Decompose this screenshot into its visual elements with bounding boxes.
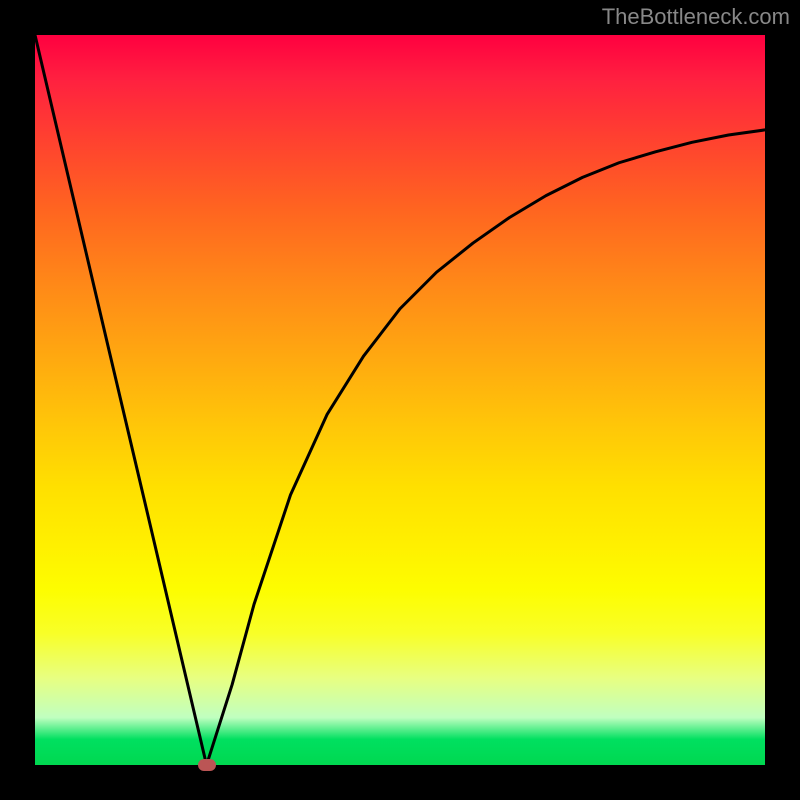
watermark-text: TheBottleneck.com (602, 4, 790, 30)
bottleneck-curve (35, 35, 765, 765)
plot-area (35, 35, 765, 765)
minimum-marker (198, 759, 216, 771)
